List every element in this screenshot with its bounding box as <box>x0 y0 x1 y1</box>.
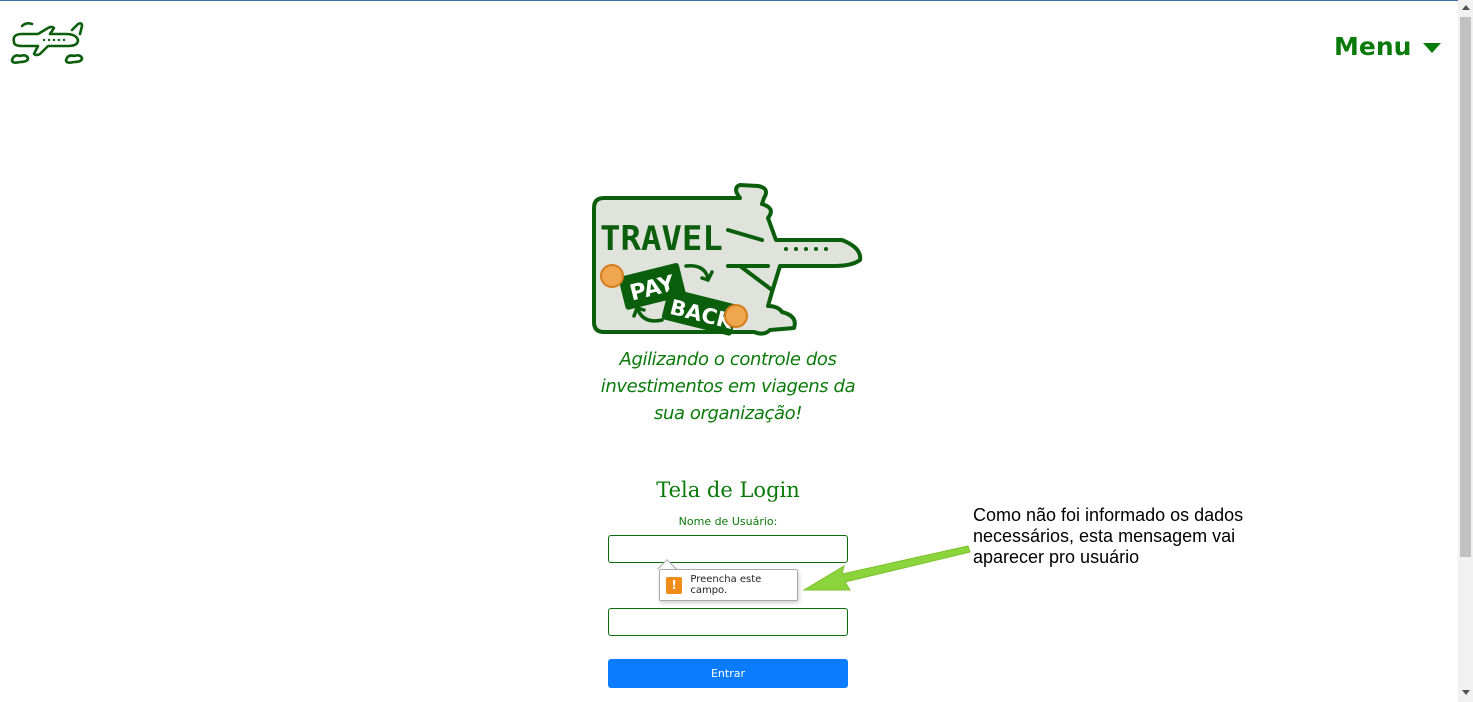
menu-dropdown[interactable]: Menu <box>1334 32 1442 61</box>
logo-text-travel: TRAVEL <box>600 219 723 259</box>
airplane-icon[interactable] <box>8 20 88 68</box>
warning-icon: ! <box>666 576 683 594</box>
menu-label[interactable]: Menu <box>1334 32 1411 61</box>
password-field[interactable] <box>608 608 848 636</box>
travel-payback-logo: TRAVEL PAY BACK <box>592 183 863 336</box>
tagline: Agilizando o controle dos investimentos … <box>600 349 856 424</box>
scroll-up-arrow-icon[interactable] <box>1462 5 1470 10</box>
username-label: Nome de Usuário: <box>678 515 778 528</box>
login-button[interactable]: Entrar <box>608 659 848 688</box>
vertical-scrollbar[interactable] <box>1458 0 1473 702</box>
scroll-down-arrow-icon[interactable] <box>1462 690 1470 695</box>
annotation-arrow-icon <box>802 545 971 591</box>
validation-tooltip: ! Preencha este campo. <box>659 569 798 601</box>
annotation-note: Como não foi informado os dados necessár… <box>973 505 1244 567</box>
validation-message: Preencha este campo. <box>690 574 762 596</box>
scroll-thumb[interactable] <box>1460 17 1471 557</box>
window-top-border <box>0 0 1473 1</box>
page-title: Tela de Login <box>656 478 800 502</box>
caret-down-icon[interactable] <box>1423 42 1442 53</box>
